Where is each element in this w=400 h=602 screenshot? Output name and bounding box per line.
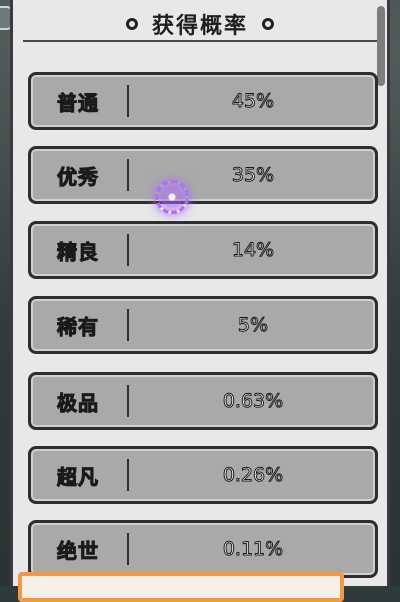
- row-separator: [127, 234, 129, 266]
- rarity-name: 极品: [57, 390, 99, 415]
- title-wrap: 获得概率: [125, 8, 275, 40]
- row-separator: [127, 459, 129, 491]
- row-separator: [127, 85, 129, 117]
- rarity-probability: 0.26%: [222, 464, 284, 487]
- rarity-row: 绝世 0.11%: [28, 520, 378, 578]
- rarity-probability: 45%: [231, 90, 275, 113]
- rarity-name: 稀有: [57, 314, 99, 339]
- header-divider: [23, 40, 377, 42]
- panel-title: 获得概率: [151, 13, 249, 39]
- bottom-highlight-box: [18, 572, 344, 602]
- rarity-probability: 5%: [237, 314, 269, 337]
- rarity-probability: 0.11%: [222, 538, 284, 561]
- purple-target-icon: [155, 180, 189, 214]
- scrollbar[interactable]: [377, 6, 385, 86]
- panel-header: 获得概率: [13, 0, 387, 46]
- rarity-name: 普通: [57, 90, 99, 115]
- rarity-row: 精良 14%: [28, 221, 378, 279]
- rarity-row: 超凡 0.26%: [28, 446, 378, 504]
- probability-panel: 获得概率 普通 45% 优秀 35% 精良 14% 稀有 5% 极品 0.63%…: [10, 0, 390, 586]
- rarity-probability: 14%: [231, 239, 275, 262]
- rarity-row: 普通 45%: [28, 72, 378, 130]
- rarity-name: 精良: [57, 239, 99, 264]
- rarity-probability: 0.63%: [222, 390, 284, 413]
- rarity-row: 极品 0.63%: [28, 372, 378, 430]
- rarity-row: 优秀 35%: [28, 146, 378, 204]
- rarity-name: 绝世: [57, 538, 99, 563]
- row-separator: [127, 533, 129, 565]
- row-separator: [127, 309, 129, 341]
- rarity-name: 优秀: [57, 164, 99, 189]
- row-separator: [127, 385, 129, 417]
- rarity-row: 稀有 5%: [28, 296, 378, 354]
- row-separator: [127, 159, 129, 191]
- circle-ornament-icon: [262, 18, 275, 30]
- rarity-name: 超凡: [57, 464, 99, 489]
- circle-ornament-icon: [125, 18, 138, 30]
